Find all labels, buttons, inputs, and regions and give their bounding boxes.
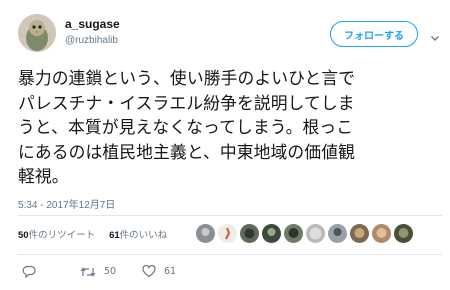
divider: [18, 254, 442, 255]
like-stat-label: 件のいいね: [119, 230, 168, 241]
avatar[interactable]: [18, 14, 56, 52]
like-stat[interactable]: 61件のいいね: [109, 227, 167, 241]
like-button[interactable]: 61: [142, 265, 176, 278]
user-handle[interactable]: @ruzbihalib: [65, 35, 118, 46]
tweet-line: 軽視。: [18, 166, 69, 186]
liker-avatar[interactable]: [350, 224, 369, 243]
liker-avatar[interactable]: [394, 224, 413, 243]
retweet-stat-count: 50: [18, 230, 29, 241]
divider: [18, 215, 442, 216]
tweet-timestamp[interactable]: 5:34 - 2017年12月7日: [18, 196, 115, 211]
follow-button[interactable]: フォローする: [330, 21, 418, 47]
heart-icon: [142, 265, 156, 278]
tweet-text: 暴力の連鎖という、使い勝手のよいひと言で パレスチナ・イスラエル紛争を説明してし…: [18, 66, 443, 189]
display-name[interactable]: a_sugase: [65, 17, 120, 31]
retweet-button[interactable]: 50: [80, 266, 142, 278]
tweet-actions: 50 61: [22, 265, 176, 278]
tweet-line: パレスチナ・イスラエル紛争を説明してしま: [18, 92, 355, 113]
chevron-down-icon[interactable]: [430, 28, 440, 41]
liker-avatar[interactable]: [372, 224, 391, 243]
retweet-count: 50: [104, 266, 117, 277]
liker-avatar[interactable]: [284, 224, 303, 243]
like-stat-count: 61: [109, 230, 120, 241]
reply-button[interactable]: [22, 265, 80, 278]
liker-avatar[interactable]: [262, 224, 281, 243]
liker-avatar[interactable]: [328, 224, 347, 243]
tweet-stats: 50件のリツイート 61件のいいね: [18, 227, 167, 241]
liker-avatar[interactable]: [196, 224, 215, 243]
liker-avatar[interactable]: [218, 224, 237, 243]
tweet-line: にあるのは植民地主義と、中東地域の価値観: [18, 141, 355, 162]
like-count: 61: [164, 266, 177, 277]
liker-avatar[interactable]: [306, 224, 325, 243]
retweet-stat[interactable]: 50件のリツイート: [18, 227, 95, 241]
reply-icon: [22, 265, 36, 278]
retweet-icon: [80, 266, 96, 278]
tweet-line: 暴力の連鎖という、使い勝手のよいひと言で: [18, 68, 356, 88]
tweet-line: うと、本質が見えなくなってしまう。根っこ: [18, 117, 354, 137]
liker-avatar[interactable]: [240, 224, 259, 243]
retweet-stat-label: 件のリツイート: [28, 230, 96, 241]
liker-avatars: [196, 224, 413, 243]
